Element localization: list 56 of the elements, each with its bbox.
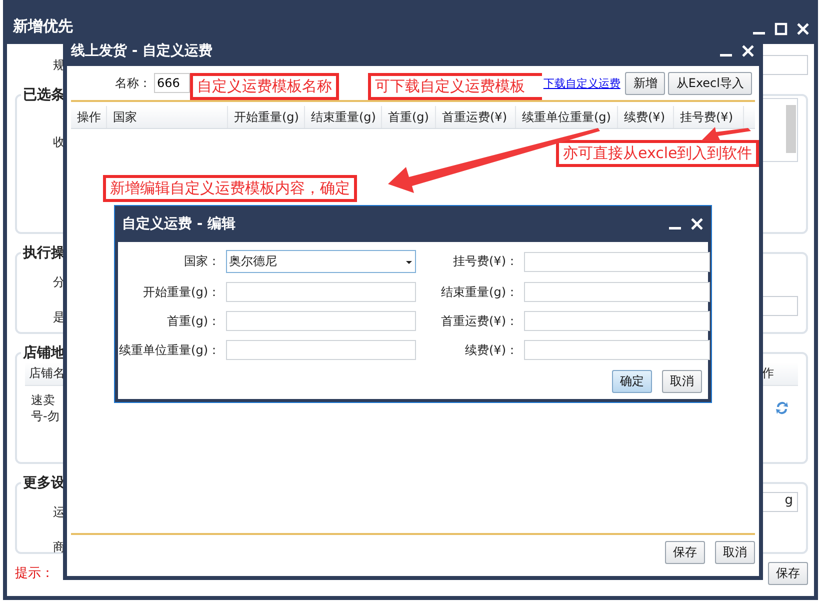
toolbar-button[interactable]: 新增 <box>625 72 666 94</box>
column-header: 作 <box>762 365 775 382</box>
field-label: 续重单位重量(g)： <box>118 342 220 358</box>
field-label: 续费(¥)： <box>464 342 518 358</box>
annotation-callout: 亦可直接从excle到入到软件 <box>556 140 760 167</box>
input-field[interactable] <box>226 282 416 302</box>
save-button[interactable]: 保存 <box>768 562 808 584</box>
name-field[interactable]: 666 <box>154 73 190 93</box>
column-header: 续费(¥) <box>618 106 674 128</box>
column-header: 店铺名 <box>29 365 65 382</box>
column-header: 结束重量(g) <box>305 106 382 128</box>
dialog-title: 线上发货 - 自定义运费 <box>71 42 213 60</box>
input-field[interactable] <box>226 340 416 360</box>
column-header: 开始重量(g) <box>228 106 305 128</box>
refresh-icon[interactable] <box>774 400 790 416</box>
close-icon[interactable] <box>741 44 755 58</box>
dialog-button[interactable]: 取消 <box>715 541 755 564</box>
table-cell: 速卖 号-勿 <box>31 392 60 424</box>
field-label: 分 <box>53 274 65 291</box>
window-title: 新增优先 <box>13 17 73 36</box>
field-label: 首重(g)： <box>166 312 220 330</box>
country-select[interactable]: 奥尔德尼 <box>226 250 416 273</box>
download-link[interactable]: 下载自定义运费 <box>543 76 620 90</box>
input-field[interactable] <box>524 311 710 331</box>
column-header: 操作 <box>71 106 107 128</box>
field-label: 是 <box>53 309 65 326</box>
input-field[interactable] <box>524 252 710 272</box>
input-field[interactable] <box>524 282 710 302</box>
close-icon[interactable] <box>796 22 810 36</box>
hint-text: 提示： <box>15 565 54 582</box>
close-icon[interactable] <box>690 217 704 231</box>
dialog-button[interactable]: 确定 <box>612 370 652 393</box>
section-title: 已选条 <box>22 86 66 104</box>
dialog-title: 自定义运费 - 编辑 <box>122 215 236 233</box>
field-label: 结束重量(g)： <box>440 284 518 300</box>
toolbar-button[interactable]: 从Execl导入 <box>668 72 752 94</box>
annotation-callout: 新增编辑自定义运费模板内容，确定 <box>103 175 357 202</box>
input-field[interactable] <box>226 311 416 331</box>
dialog-button[interactable]: 保存 <box>665 541 705 564</box>
annotation-callout: 可下载自定义运费模板 <box>368 73 542 100</box>
column-header: 首重(g) <box>382 106 436 128</box>
field-label: 名称： <box>115 74 151 92</box>
field-label: 首重运费(¥)： <box>440 312 518 330</box>
annotation-arrow <box>701 127 751 142</box>
maximize-icon[interactable] <box>774 22 788 36</box>
dialog-button[interactable]: 取消 <box>662 370 702 393</box>
column-header: 国家 <box>107 106 228 128</box>
column-header: 续重单位重量(g) <box>516 106 618 128</box>
field-label: 收 <box>53 134 65 151</box>
field-label: 开始重量(g)： <box>142 284 220 300</box>
input-field[interactable] <box>524 340 710 360</box>
field-label: 挂号费(¥)： <box>452 253 518 270</box>
column-header: 首重运费(¥) <box>436 106 516 128</box>
field-label: 国家： <box>183 253 220 270</box>
annotation-callout: 自定义运费模板名称 <box>190 73 339 100</box>
scrollbar[interactable] <box>786 105 796 153</box>
